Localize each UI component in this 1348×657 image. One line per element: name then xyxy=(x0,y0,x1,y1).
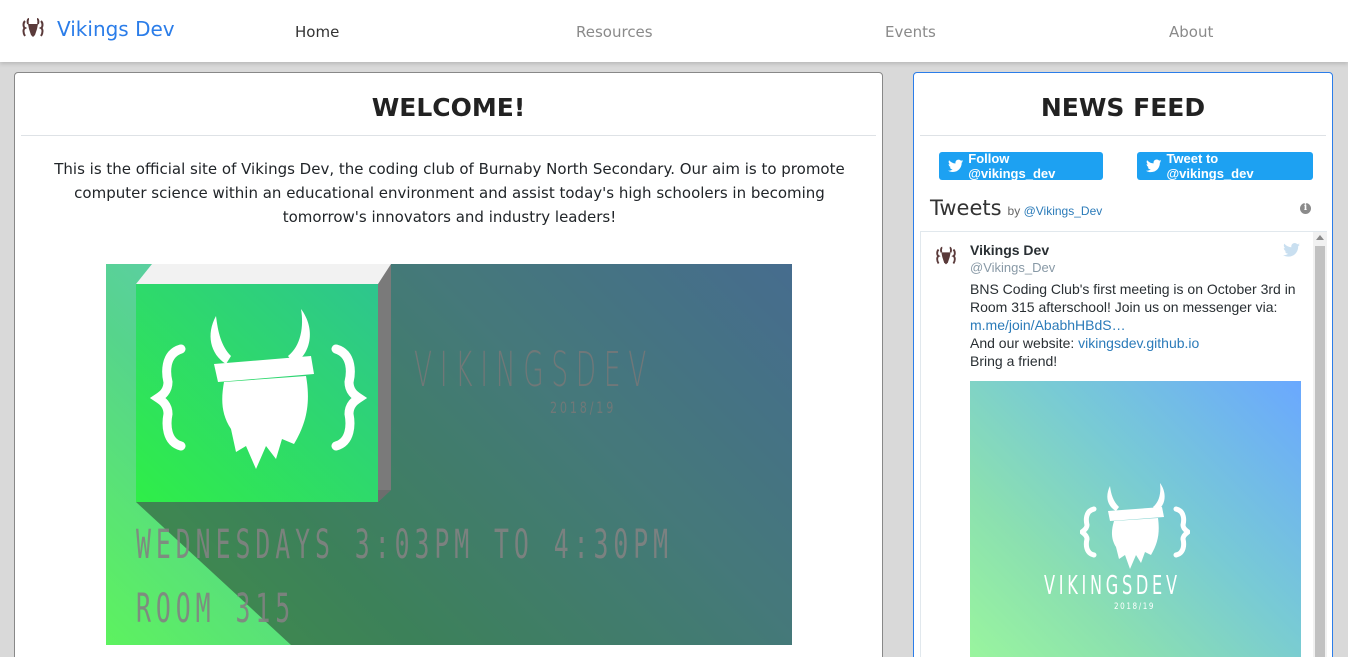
twitter-timeline[interactable]: Vikings Dev @Vikings_Dev BNS Coding Club… xyxy=(920,231,1327,657)
tweets-header: Tweets by @Vikings_Dev xyxy=(930,196,1102,220)
tweet-line-3: Bring a friend! xyxy=(970,353,1058,369)
tweet-to-button-label: Tweet to @vikings_dev xyxy=(1166,151,1254,181)
info-icon[interactable]: i xyxy=(1300,203,1311,214)
tweets-by-handle[interactable]: @Vikings_Dev xyxy=(1024,204,1103,218)
welcome-card: WELCOME! This is the official site of Vi… xyxy=(14,72,883,657)
news-feed-title: NEWS FEED xyxy=(1040,93,1206,122)
avatar[interactable] xyxy=(933,244,959,270)
twitter-bird-icon xyxy=(1146,159,1162,173)
tweet-line-2: And our website: xyxy=(970,335,1079,351)
banner-title: VIKINGSDEV xyxy=(414,342,654,398)
welcome-text: This is the official site of Vikings Dev… xyxy=(54,160,845,226)
banner-meeting-time: WEDNESDAYS 3:03PM TO 4:30PM xyxy=(136,522,674,568)
timeline-scrollbar[interactable] xyxy=(1313,232,1327,657)
media-year: 2018/19 xyxy=(1114,602,1156,612)
welcome-title: WELCOME! xyxy=(371,93,526,122)
tweet-media-image[interactable]: VIKINGSDEV 2018/19 xyxy=(970,381,1301,657)
media-title: VIKINGSDEV xyxy=(1044,571,1181,601)
divider xyxy=(21,135,876,136)
tweet-author-handle[interactable]: @Vikings_Dev xyxy=(970,260,1055,275)
scroll-thumb[interactable] xyxy=(1315,246,1325,657)
nav-home[interactable]: Home xyxy=(295,23,339,41)
twitter-bird-icon xyxy=(948,159,964,173)
nav-resources[interactable]: Resources xyxy=(576,23,653,41)
banner-image: VIKINGSDEV 2018/19 WEDNESDAYS 3:03PM TO … xyxy=(106,264,792,645)
tweet-to-button[interactable]: Tweet to @vikings_dev xyxy=(1137,151,1313,181)
divider xyxy=(920,135,1326,136)
tweet-link-website[interactable]: vikingsdev.github.io xyxy=(1078,335,1199,351)
tweet-text: BNS Coding Club's first meeting is on Oc… xyxy=(970,280,1305,370)
follow-button[interactable]: Follow @vikings_dev xyxy=(939,151,1103,181)
tweet-line-1: BNS Coding Club's first meeting is on Oc… xyxy=(970,281,1296,315)
tweets-by-label: by xyxy=(1007,204,1021,218)
twitter-bird-icon[interactable] xyxy=(1283,243,1300,257)
tweets-by: by @Vikings_Dev xyxy=(1008,204,1103,218)
banner-year: 2018/19 xyxy=(550,398,617,417)
tweets-title: Tweets xyxy=(930,196,1002,220)
brand-link[interactable]: Vikings Dev xyxy=(19,15,175,43)
nav-events[interactable]: Events xyxy=(885,23,936,41)
viking-logo-icon xyxy=(22,18,44,37)
tweet-link-messenger[interactable]: m.me/join/AbabhHBdS… xyxy=(970,317,1126,333)
viking-logo-icon xyxy=(1080,483,1190,569)
nav-about[interactable]: About xyxy=(1169,23,1213,41)
tweet-author-name[interactable]: Vikings Dev xyxy=(970,242,1049,258)
news-feed-card: NEWS FEED Follow @vikings_dev Tweet to @… xyxy=(913,72,1333,657)
scroll-up-arrow-icon[interactable] xyxy=(1316,235,1324,240)
navbar: Vikings Dev Home Resources Events About xyxy=(0,0,1348,62)
follow-button-label: Follow @vikings_dev xyxy=(968,151,1056,181)
brand-name: Vikings Dev xyxy=(57,17,175,41)
banner-room: ROOM 315 xyxy=(136,586,296,632)
